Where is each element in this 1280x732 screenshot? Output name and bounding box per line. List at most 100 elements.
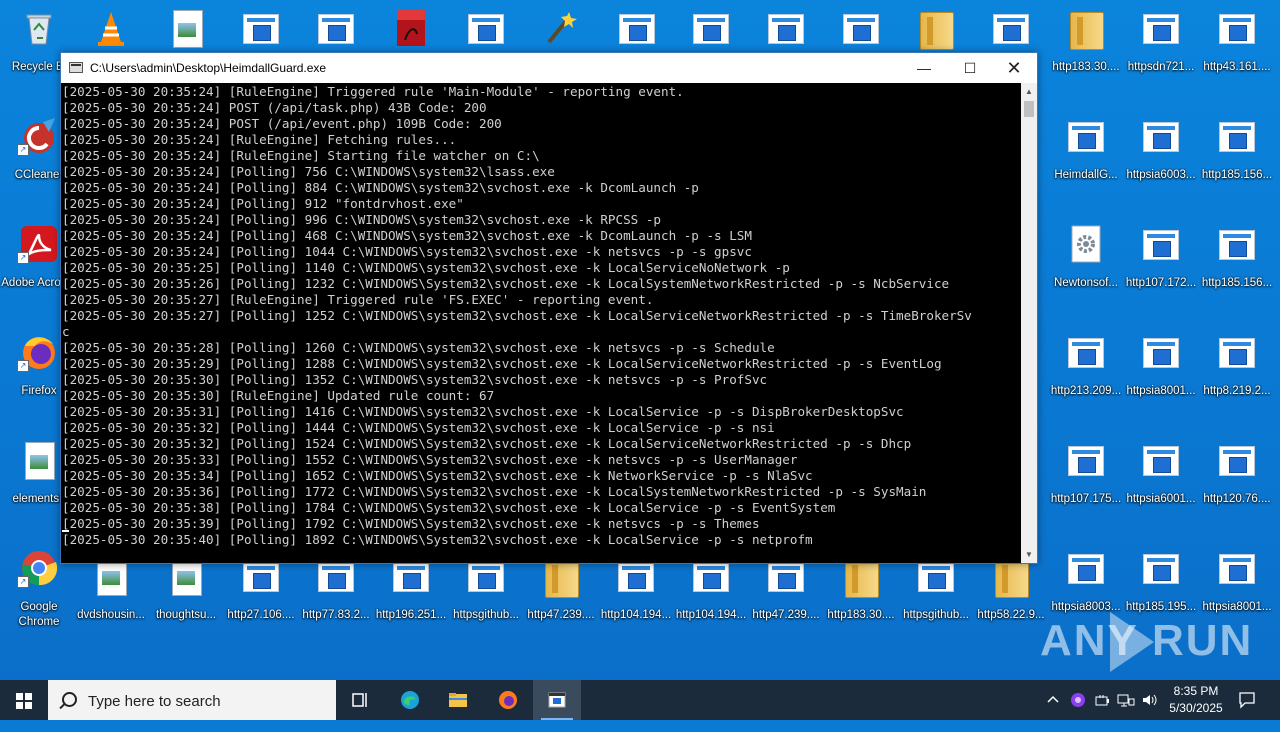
- newtonsoft-file-icon[interactable]: Newtonsof...: [1047, 220, 1125, 310]
- desktop-file-icon[interactable]: dvdshousin...: [72, 552, 150, 642]
- desktop-web-file-icon[interactable]: http47.239....: [747, 552, 825, 642]
- desktop-icon-label: httpsgithub...: [453, 609, 519, 621]
- desktop-folder-icon[interactable]: http183.30....: [822, 552, 900, 642]
- task-view-button[interactable]: [336, 680, 384, 720]
- desktop-web-file-icon[interactable]: http104.194...: [597, 552, 675, 642]
- web-file-icon: [918, 562, 954, 592]
- desktop-icon-label: http43.161....: [1203, 61, 1271, 73]
- edge-taskbar-button[interactable]: [386, 680, 434, 720]
- desktop-icon-label: http183.30....: [1052, 61, 1120, 73]
- web-file-icon: [468, 14, 504, 44]
- console-line: [2025-05-30 20:35:24] [Polling] 468 C:\W…: [62, 228, 752, 243]
- web-file-icon: [619, 14, 655, 44]
- web-file-icon: [318, 562, 354, 592]
- desktop-web-file-icon[interactable]: http104.194...: [672, 552, 750, 642]
- watermark-text-right: RUN: [1152, 616, 1254, 665]
- minimize-button[interactable]: —: [901, 53, 947, 83]
- desktop-folder-icon[interactable]: http47.239....: [522, 552, 600, 642]
- tray-app-icon[interactable]: [1070, 692, 1086, 732]
- folder-icon: [920, 12, 954, 50]
- web-file-icon: [1219, 554, 1255, 584]
- console-line: [2025-05-30 20:35:32] [Polling] 1524 C:\…: [62, 436, 912, 451]
- web-file-icon: [1143, 230, 1179, 260]
- desktop-web-file-icon[interactable]: http107.172...: [1122, 220, 1200, 310]
- search-input[interactable]: [86, 690, 330, 712]
- shortcut-arrow-icon: ↗: [17, 576, 29, 588]
- start-button[interactable]: [0, 680, 48, 720]
- web-file-icon: [1143, 14, 1179, 44]
- task-view-icon: [352, 693, 367, 707]
- desktop-web-file-icon[interactable]: http77.83.2...: [297, 552, 375, 642]
- desktop-file-icon[interactable]: thoughtsu...: [147, 552, 225, 642]
- battery-plug-icon[interactable]: [1094, 692, 1110, 732]
- scroll-up-arrow-icon[interactable]: ▲: [1021, 83, 1037, 100]
- scroll-down-arrow-icon[interactable]: ▼: [1021, 546, 1037, 563]
- vertical-scrollbar[interactable]: ▲ ▼: [1021, 83, 1037, 563]
- desktop-icon-label: HeimdallG...: [1054, 169, 1118, 181]
- console-output[interactable]: [2025-05-30 20:35:24] [RuleEngine] Trigg…: [61, 83, 1022, 564]
- heimdallguard-taskbar-button[interactable]: [533, 680, 581, 720]
- window-titlebar[interactable]: C:\Users\admin\Desktop\HeimdallGuard.exe…: [61, 53, 1037, 83]
- console-line: [2025-05-30 20:35:25] [Polling] 1140 C:\…: [62, 260, 790, 275]
- shortcut-arrow-icon: ↗: [17, 144, 29, 156]
- shortcut-arrow-icon: ↗: [17, 360, 29, 372]
- web-file-icon: [1143, 446, 1179, 476]
- desktop-web-file-icon[interactable]: http120.76....: [1198, 436, 1276, 526]
- desktop-web-file-icon[interactable]: http196.251...: [372, 552, 450, 642]
- console-line: [2025-05-30 20:35:24] [Polling] 912 "fon…: [62, 196, 464, 211]
- desktop-web-file-icon[interactable]: http213.209...: [1047, 328, 1125, 418]
- clock-time: 8:35 PM: [1173, 684, 1219, 698]
- desktop-web-file-icon[interactable]: httpsia8001...: [1122, 328, 1200, 418]
- desktop-folder-icon[interactable]: http58.22.9...: [972, 552, 1050, 642]
- taskbar-clock[interactable]: 8:35 PM 5/30/2025: [1160, 680, 1232, 720]
- desktop-icon-label: http185.156...: [1201, 169, 1273, 181]
- console-line: [2025-05-30 20:35:24] [RuleEngine] Trigg…: [62, 84, 684, 99]
- firefox-taskbar-button[interactable]: [484, 680, 532, 720]
- console-line: [2025-05-30 20:35:24] [Polling] 1044 C:\…: [62, 244, 752, 259]
- desktop-icon-label: http47.239....: [527, 609, 595, 621]
- image-file-icon: [173, 10, 203, 48]
- desktop-web-file-icon[interactable]: httpsgithub...: [897, 552, 975, 642]
- desktop-icon-label: httpsgithub...: [903, 609, 969, 621]
- console-line: [2025-05-30 20:35:40] [Polling] 1892 C:\…: [62, 532, 813, 547]
- desktop-icon-label: http58.22.9...: [977, 609, 1045, 621]
- console-line: [2025-05-30 20:35:30] [Polling] 1352 C:\…: [62, 372, 768, 387]
- desktop-web-file-icon[interactable]: httpsia6003...: [1122, 112, 1200, 202]
- desktop-web-file-icon[interactable]: http43.161....: [1198, 4, 1276, 94]
- heimdallguard-icon[interactable]: HeimdallG...: [1047, 112, 1125, 202]
- volume-icon[interactable]: [1141, 692, 1157, 732]
- web-file-icon: [468, 562, 504, 592]
- console-line: [2025-05-30 20:35:32] [Polling] 1444 C:\…: [62, 420, 775, 435]
- desktop-web-file-icon[interactable]: http185.156...: [1198, 112, 1276, 202]
- clock-date: 5/30/2025: [1169, 701, 1223, 715]
- scrollbar-thumb[interactable]: [1024, 101, 1034, 117]
- close-button[interactable]: ✕: [991, 53, 1037, 83]
- desktop-web-file-icon[interactable]: http107.175...: [1047, 436, 1125, 526]
- desktop-web-file-icon[interactable]: httpsdn721...: [1122, 4, 1200, 94]
- gear-file-icon: [1071, 225, 1101, 263]
- desktop-web-file-icon[interactable]: http185.156...: [1198, 220, 1276, 310]
- console-window[interactable]: C:\Users\admin\Desktop\HeimdallGuard.exe…: [60, 52, 1038, 564]
- maximize-button[interactable]: ☐: [947, 53, 993, 83]
- file-explorer-button[interactable]: [434, 680, 482, 720]
- desktop-web-file-icon[interactable]: httpsia6001...: [1122, 436, 1200, 526]
- desktop-web-file-icon[interactable]: http27.106....: [222, 552, 300, 642]
- desktop-folder-icon[interactable]: http183.30....: [1047, 4, 1125, 94]
- console-line: [2025-05-30 20:35:26] [Polling] 1232 C:\…: [62, 276, 950, 291]
- network-icon[interactable]: [1117, 692, 1135, 732]
- folder-icon: [995, 560, 1029, 598]
- console-window-icon: [548, 692, 566, 708]
- desktop-icon-label: http104.194...: [600, 609, 672, 621]
- desktop-icon-label: dvdshousin...: [77, 609, 145, 621]
- desktop-web-file-icon[interactable]: httpsgithub...: [447, 552, 525, 642]
- taskbar-search-box[interactable]: [48, 680, 336, 720]
- show-hidden-icons-chevron-icon[interactable]: [1046, 692, 1060, 732]
- console-line: [2025-05-30 20:35:29] [Polling] 1288 C:\…: [62, 356, 942, 371]
- window-title: C:\Users\admin\Desktop\HeimdallGuard.exe: [90, 61, 327, 75]
- folder-icon: [449, 693, 467, 707]
- desktop-icon-label: http27.106....: [227, 609, 295, 621]
- console-line: [2025-05-30 20:35:24] [RuleEngine] Start…: [62, 148, 540, 163]
- notification-center-icon[interactable]: [1238, 691, 1256, 731]
- desktop-icon-label: httpsia8001...: [1126, 385, 1196, 397]
- desktop-web-file-icon[interactable]: http8.219.2...: [1198, 328, 1276, 418]
